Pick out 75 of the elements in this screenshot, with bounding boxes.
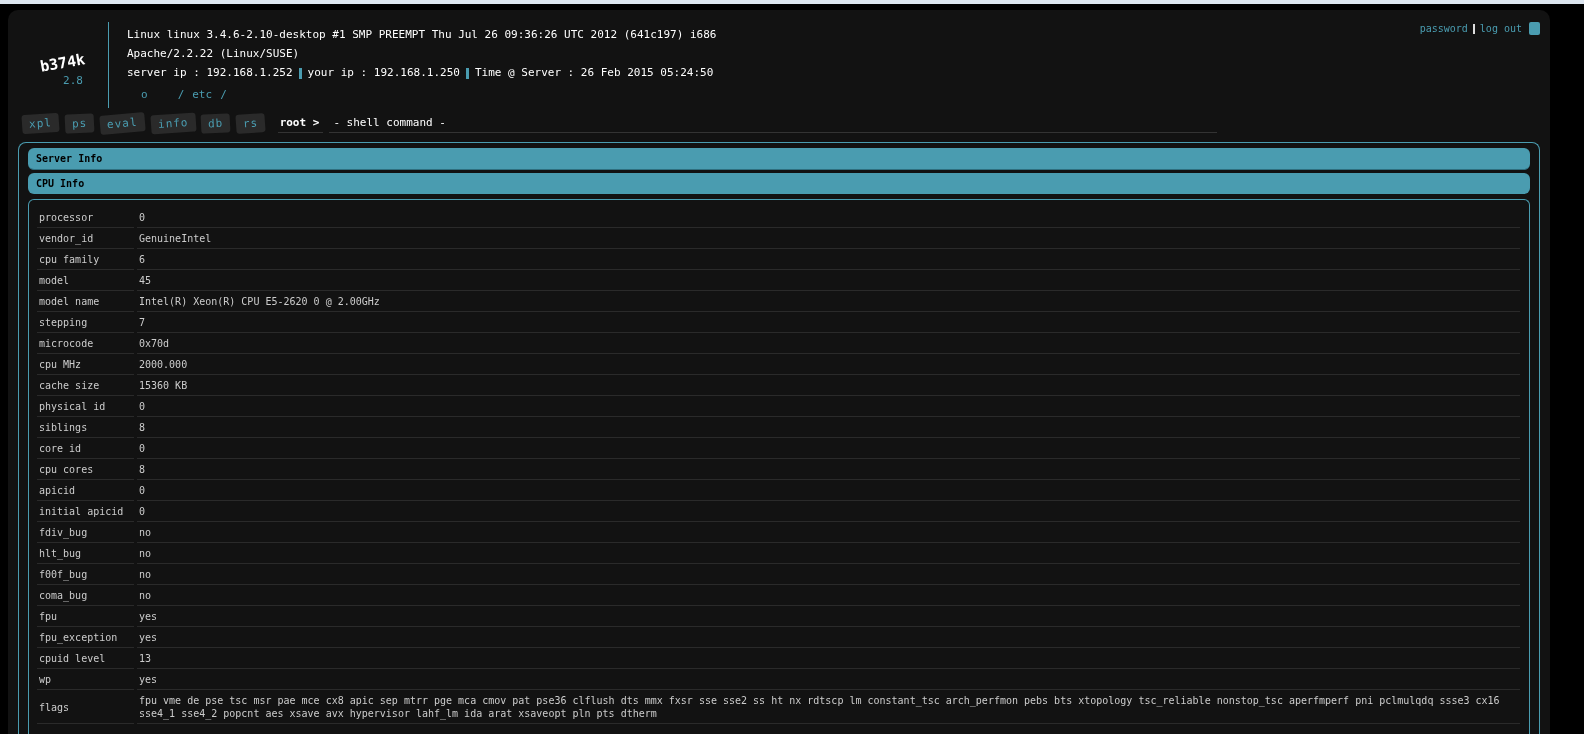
square-icon[interactable] <box>1529 22 1540 35</box>
info-value: 0 <box>137 501 1520 522</box>
info-value: no <box>137 564 1520 585</box>
menu-tab[interactable]: xpl <box>21 112 60 135</box>
info-value: no <box>137 522 1520 543</box>
menu-tab[interactable]: rs <box>235 113 267 134</box>
info-value: 45 <box>137 270 1520 291</box>
info-key: vendor_id <box>37 228 134 249</box>
info-value: 2000.000 <box>137 354 1520 375</box>
logo-name: b374k <box>39 49 87 76</box>
address-info: server ip : 192.168.1.252 <box>127 65 293 81</box>
section-header[interactable]: Server Info <box>28 148 1530 170</box>
command-input[interactable]: - shell command - <box>329 116 1218 133</box>
address-info: Time @ Server : 26 Feb 2015 05:24:50 <box>474 65 714 81</box>
section-header[interactable]: CPU Info <box>28 173 1530 194</box>
info-value: 0x70d <box>137 333 1520 354</box>
info-key: fpu <box>37 606 134 627</box>
path-link[interactable]: o <box>141 87 148 103</box>
info-value: yes <box>137 606 1520 627</box>
info-value: 7 <box>137 312 1520 333</box>
account-link[interactable]: log out <box>1479 23 1522 34</box>
info-value: yes <box>137 627 1520 648</box>
address-info: your ip : 192.168.1.250 <box>307 65 460 81</box>
info-value: 13 <box>137 648 1520 669</box>
info-value: no <box>137 585 1520 606</box>
info-key: wp <box>37 669 134 690</box>
separator-bar <box>298 67 302 79</box>
info-key: cpu MHz <box>37 354 134 375</box>
info-value: 15360 KB <box>137 375 1520 396</box>
info-value: 0 <box>137 438 1520 459</box>
info-key: fdiv_bug <box>37 522 134 543</box>
separator-bar <box>465 67 469 79</box>
info-key: model name <box>37 291 134 312</box>
info-value: no <box>137 543 1520 564</box>
menu-tab[interactable]: info <box>150 112 196 135</box>
version-label: 2.8 <box>63 73 83 87</box>
info-key: cpuid level <box>37 648 134 669</box>
separator-bar <box>1472 23 1475 34</box>
info-value: 0 <box>137 207 1520 228</box>
info-value: 0 <box>137 480 1520 501</box>
menu-tab[interactable]: db <box>200 113 231 134</box>
info-key: fpu_exception <box>37 627 134 648</box>
info-key: model <box>37 270 134 291</box>
info-value: yes <box>137 669 1520 690</box>
info-value: 6 <box>137 249 1520 270</box>
system-info-line: Linux linux 3.4.6-2.10-desktop #1 SMP PREEMPT Thu Jul 26 09:36:26 UTC 2012 (641c197) i686 <box>127 27 717 43</box>
info-key: core id <box>37 438 134 459</box>
menu-tab[interactable]: eval <box>99 112 146 135</box>
info-value: GenuineIntel <box>137 228 1520 249</box>
info-value: fpu vme de pse tsc msr pae mce cx8 apic sep mtrr pge mca cmov pat pse36 clflush dts mmx fxsr sse sse2 ss ht nx rdtscp lm constant_tsc arch_perfmon pebs bts xtopology tsc_reliable nonstop_tsc aperfmperf pni pclmulqdq ssse3 cx16 sse4_1 sse4_2 popcnt aes xsave avx hypervisor lahf_lm ida arat xsaveopt pln pts dtherm <box>137 690 1520 724</box>
prompt-user: root > <box>277 116 324 133</box>
path-link[interactable]: / <box>220 87 227 103</box>
menu-tab[interactable]: ps <box>64 113 95 134</box>
info-key: f00f_bug <box>37 564 134 585</box>
info-key: siblings <box>37 417 134 438</box>
path-link[interactable]: / <box>177 87 185 103</box>
info-key: initial apicid <box>37 501 134 522</box>
info-key: physical id <box>37 396 134 417</box>
info-key: stepping <box>37 312 134 333</box>
info-value: 8 <box>137 459 1520 480</box>
info-key: cache size <box>37 375 134 396</box>
info-value: 8 <box>137 417 1520 438</box>
info-key: processor <box>37 207 134 228</box>
system-info-line: Apache/2.2.22 (Linux/SUSE) <box>127 46 301 62</box>
info-key: apicid <box>37 480 134 501</box>
info-key: microcode <box>37 333 134 354</box>
account-link[interactable]: password <box>1419 23 1468 34</box>
info-value: 0 <box>137 396 1520 417</box>
info-value: Intel(R) Xeon(R) CPU E5-2620 0 @ 2.00GHz <box>137 291 1520 312</box>
info-key: hlt_bug <box>37 543 134 564</box>
info-key: flags <box>37 690 134 724</box>
info-key: cpu cores <box>37 459 134 480</box>
info-key: coma_bug <box>37 585 134 606</box>
path-link[interactable]: etc <box>192 87 213 103</box>
info-key: cpu family <box>37 249 134 270</box>
